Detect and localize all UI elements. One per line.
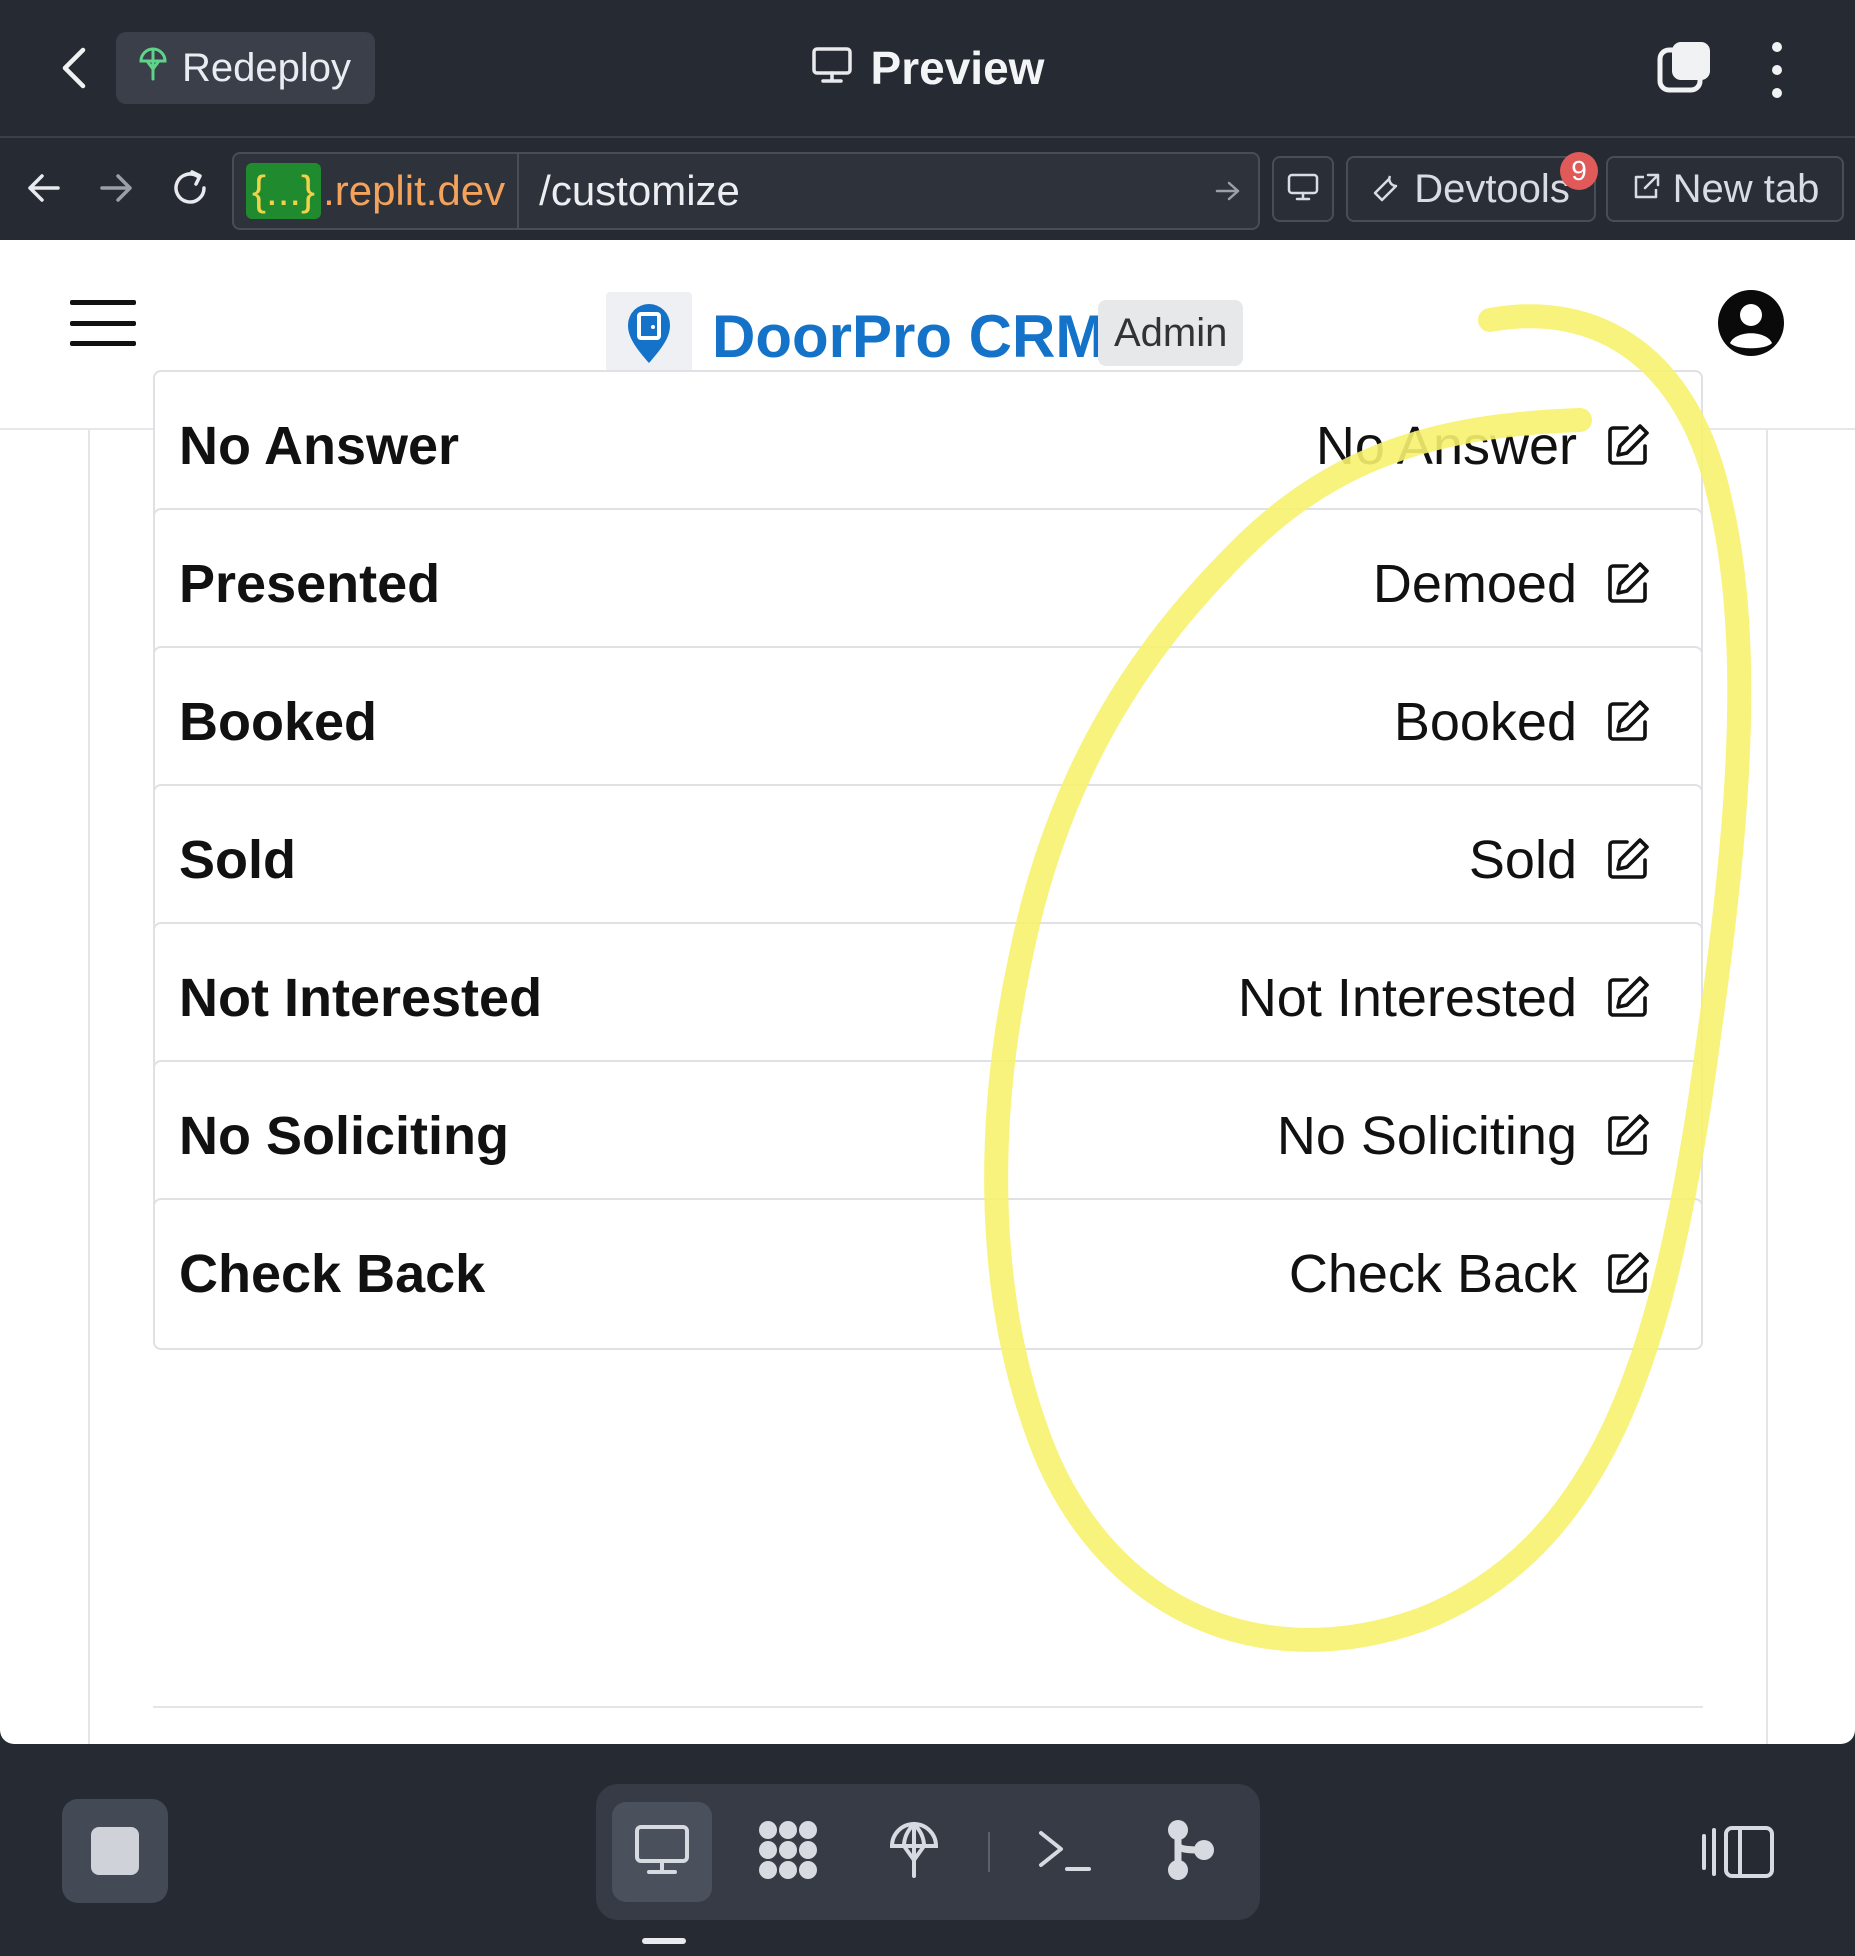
device-preview-button[interactable] bbox=[1272, 156, 1334, 222]
status-display-label: Check Back bbox=[1288, 1244, 1577, 1304]
new-tab-button[interactable]: New tab bbox=[1606, 156, 1844, 222]
terminal-prompt-icon bbox=[1035, 1827, 1093, 1878]
status-name: Sold bbox=[179, 830, 296, 890]
stop-icon bbox=[91, 1827, 139, 1875]
devtools-button[interactable]: Devtools bbox=[1346, 156, 1596, 222]
status-row: Sold Sold bbox=[153, 784, 1703, 936]
bottom-toolbar bbox=[0, 1744, 1855, 1956]
status-display-label: Not Interested bbox=[1237, 968, 1577, 1028]
devtools-error-badge: 9 bbox=[1560, 152, 1598, 190]
edit-icon[interactable] bbox=[1605, 422, 1651, 468]
external-link-icon bbox=[1631, 167, 1661, 212]
edit-icon[interactable] bbox=[1605, 974, 1651, 1020]
deploy-icon bbox=[888, 1820, 940, 1885]
role-badge: Admin bbox=[1098, 300, 1244, 366]
status-name: No Soliciting bbox=[179, 1106, 509, 1166]
domain-host: .replit.dev bbox=[323, 167, 506, 214]
edit-icon[interactable] bbox=[1605, 698, 1651, 744]
status-name: Check Back bbox=[179, 1244, 486, 1304]
divider bbox=[153, 1706, 1703, 1708]
preview-title-text: Preview bbox=[870, 42, 1045, 94]
status-display-label: Booked bbox=[1393, 692, 1577, 752]
git-branch-icon bbox=[1164, 1818, 1216, 1887]
preview-title: Preview bbox=[0, 38, 1855, 98]
status-display-label: No Answer bbox=[1315, 416, 1577, 476]
workspace-grid-icon bbox=[756, 1818, 820, 1887]
status-name: Not Interested bbox=[179, 968, 543, 1028]
app-top-bar: Redeploy Preview bbox=[0, 0, 1855, 135]
url-path[interactable]: /customize bbox=[519, 167, 1198, 215]
stop-button[interactable] bbox=[62, 1799, 168, 1903]
edit-icon[interactable] bbox=[1605, 560, 1651, 606]
status-name: Presented bbox=[179, 554, 441, 614]
domain-placeholder: {...} bbox=[246, 163, 322, 219]
web-preview: DoorPro CRM Admin No Answer No Answer Pres… bbox=[0, 240, 1855, 1744]
browser-url-bar: {...} .replit.dev /customize Devtools 9 … bbox=[0, 136, 1855, 240]
monitor-icon bbox=[633, 1823, 691, 1882]
door-pin-logo-icon bbox=[606, 292, 692, 376]
reload-icon[interactable] bbox=[166, 164, 214, 212]
brand-name[interactable]: DoorPro CRM bbox=[712, 296, 1105, 376]
home-indicator bbox=[642, 1938, 686, 1944]
go-arrow-icon[interactable] bbox=[1198, 180, 1258, 202]
new-tab-label: New tab bbox=[1672, 166, 1820, 211]
status-row: Booked Booked bbox=[153, 646, 1703, 798]
tabs-switcher-icon[interactable] bbox=[1656, 40, 1712, 96]
hamburger-menu-icon[interactable] bbox=[70, 300, 136, 346]
workspace-tool-button[interactable] bbox=[738, 1802, 838, 1902]
status-row: Presented Demoed bbox=[153, 508, 1703, 660]
status-row: No Soliciting No Soliciting bbox=[153, 1060, 1703, 1212]
status-name: No Answer bbox=[179, 416, 460, 476]
git-tool-button[interactable] bbox=[1140, 1802, 1240, 1902]
devtools-label: Devtools bbox=[1414, 166, 1570, 211]
deploy-tool-button[interactable] bbox=[864, 1802, 964, 1902]
address-bar[interactable]: {...} .replit.dev /customize bbox=[232, 152, 1260, 230]
nav-forward-arrow-icon[interactable] bbox=[92, 164, 140, 212]
monitor-icon bbox=[811, 41, 853, 95]
more-options-icon[interactable] bbox=[1762, 42, 1792, 98]
nav-back-arrow-icon[interactable] bbox=[20, 164, 68, 212]
status-display-label: Demoed bbox=[1372, 554, 1577, 614]
tool-switcher bbox=[596, 1784, 1260, 1920]
preview-tool-button[interactable] bbox=[612, 1802, 712, 1902]
user-account-icon[interactable] bbox=[1716, 288, 1786, 358]
toolbar-divider bbox=[988, 1832, 990, 1872]
status-display-label: Sold bbox=[1468, 830, 1577, 890]
shell-tool-button[interactable] bbox=[1014, 1802, 1114, 1902]
edit-icon[interactable] bbox=[1605, 1112, 1651, 1158]
split-view-icon[interactable] bbox=[1700, 1822, 1780, 1882]
edit-icon[interactable] bbox=[1605, 1250, 1651, 1296]
status-row: Not Interested Not Interested bbox=[153, 922, 1703, 1074]
status-name: Booked bbox=[179, 692, 378, 752]
status-display-label: No Soliciting bbox=[1276, 1106, 1577, 1166]
monitor-icon bbox=[1287, 167, 1319, 212]
wrench-icon bbox=[1372, 167, 1402, 212]
edit-icon[interactable] bbox=[1605, 836, 1651, 882]
status-row: Check Back Check Back bbox=[153, 1198, 1703, 1350]
status-row: No Answer No Answer bbox=[153, 370, 1703, 522]
domain-chip[interactable]: {...} .replit.dev bbox=[234, 154, 520, 228]
